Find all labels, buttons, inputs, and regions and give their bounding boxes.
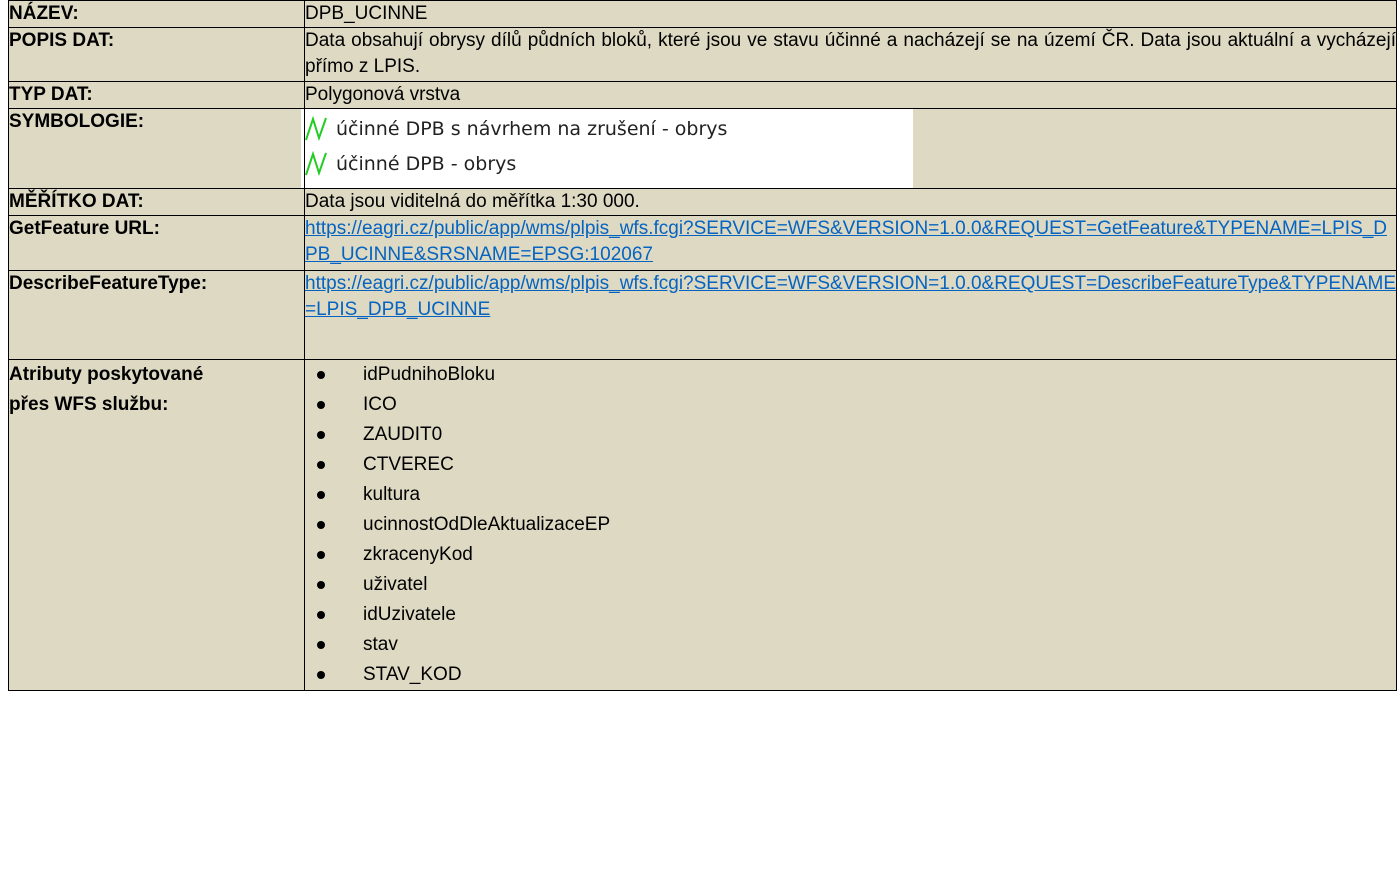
bullet-icon <box>317 671 325 679</box>
value-symbology: účinné DPB s návrhem na zrušení - obrys … <box>301 108 1397 189</box>
list-item: stav <box>305 630 1396 660</box>
bullet-icon <box>317 371 325 379</box>
label-attributes-line2: přes WFS službu: <box>9 394 169 415</box>
list-item: ZAUDIT0 <box>305 420 1396 450</box>
bullet-icon <box>317 641 325 649</box>
describefeaturetype-link[interactable]: https://eagri.cz/public/app/wms/plpis_wf… <box>305 271 1396 323</box>
label-scale: MĚŘÍTKO DAT: <box>8 188 305 216</box>
getfeature-link[interactable]: https://eagri.cz/public/app/wms/plpis_wf… <box>305 216 1396 268</box>
symbology-legend: účinné DPB s návrhem na zrušení - obrys … <box>301 109 913 188</box>
list-item: ucinnostOdDleAktualizaceEP <box>305 510 1396 540</box>
row-attributes: Atributy poskytované přes WFS službu: id… <box>8 359 1397 691</box>
label-name: NÁZEV: <box>8 0 305 28</box>
list-item: zkracenyKod <box>305 540 1396 570</box>
attribute-list: idPudnihoBloku ICO ZAUDIT0 CTVEREC kultu… <box>305 360 1396 690</box>
legend-label: účinné DPB - obrys <box>336 152 517 175</box>
value-attributes: idPudnihoBloku ICO ZAUDIT0 CTVEREC kultu… <box>304 359 1397 691</box>
list-item: ICO <box>305 390 1396 420</box>
row-data-type: TYP DAT: Polygonová vrstva <box>8 81 1397 109</box>
list-item: idUzivatele <box>305 600 1396 630</box>
bullet-icon <box>317 401 325 409</box>
metadata-table: NÁZEV: DPB_UCINNE POPIS DAT: Data obsahu… <box>8 0 1397 691</box>
legend-item: účinné DPB - obrys <box>301 146 913 181</box>
list-item: STAV_KOD <box>305 660 1396 690</box>
label-description: POPIS DAT: <box>8 27 305 82</box>
list-item: kultura <box>305 480 1396 510</box>
bullet-icon <box>317 581 325 589</box>
label-attributes-line1: Atributy poskytované <box>9 364 204 385</box>
value-data-type: Polygonová vrstva <box>304 81 1397 109</box>
list-item: CTVEREC <box>305 450 1396 480</box>
green-zigzag-line-icon <box>305 115 327 141</box>
label-symbology: SYMBOLOGIE: <box>8 108 305 189</box>
value-scale: Data jsou viditelná do měřítka 1:30 000. <box>304 188 1397 216</box>
bullet-icon <box>317 521 325 529</box>
row-getfeature: GetFeature URL: https://eagri.cz/public/… <box>8 215 1397 271</box>
value-getfeature: https://eagri.cz/public/app/wms/plpis_wf… <box>304 215 1397 271</box>
bullet-icon <box>317 431 325 439</box>
row-scale: MĚŘÍTKO DAT: Data jsou viditelná do měří… <box>8 188 1397 216</box>
value-name: DPB_UCINNE <box>304 0 1397 28</box>
bullet-icon <box>317 611 325 619</box>
bullet-icon <box>317 491 325 499</box>
green-zigzag-line-icon <box>305 150 327 176</box>
row-description: POPIS DAT: Data obsahují obrysy dílů půd… <box>8 27 1397 82</box>
row-name: NÁZEV: DPB_UCINNE <box>8 0 1397 28</box>
row-symbology: SYMBOLOGIE: účinné DPB s návrhem na zruš… <box>8 108 1397 189</box>
row-describe: DescribeFeatureType: https://eagri.cz/pu… <box>8 270 1397 360</box>
bullet-icon <box>317 551 325 559</box>
label-data-type: TYP DAT: <box>8 81 305 109</box>
list-item: uživatel <box>305 570 1396 600</box>
label-describe: DescribeFeatureType: <box>8 270 305 360</box>
label-getfeature: GetFeature URL: <box>8 215 305 271</box>
list-item: idPudnihoBloku <box>305 360 1396 390</box>
value-description: Data obsahují obrysy dílů půdních bloků,… <box>304 27 1397 82</box>
legend-label: účinné DPB s návrhem na zrušení - obrys <box>336 117 728 140</box>
label-attributes: Atributy poskytované přes WFS službu: <box>8 359 305 691</box>
value-describe: https://eagri.cz/public/app/wms/plpis_wf… <box>304 270 1397 360</box>
legend-item: účinné DPB s návrhem na zrušení - obrys <box>301 111 913 146</box>
bullet-icon <box>317 461 325 469</box>
